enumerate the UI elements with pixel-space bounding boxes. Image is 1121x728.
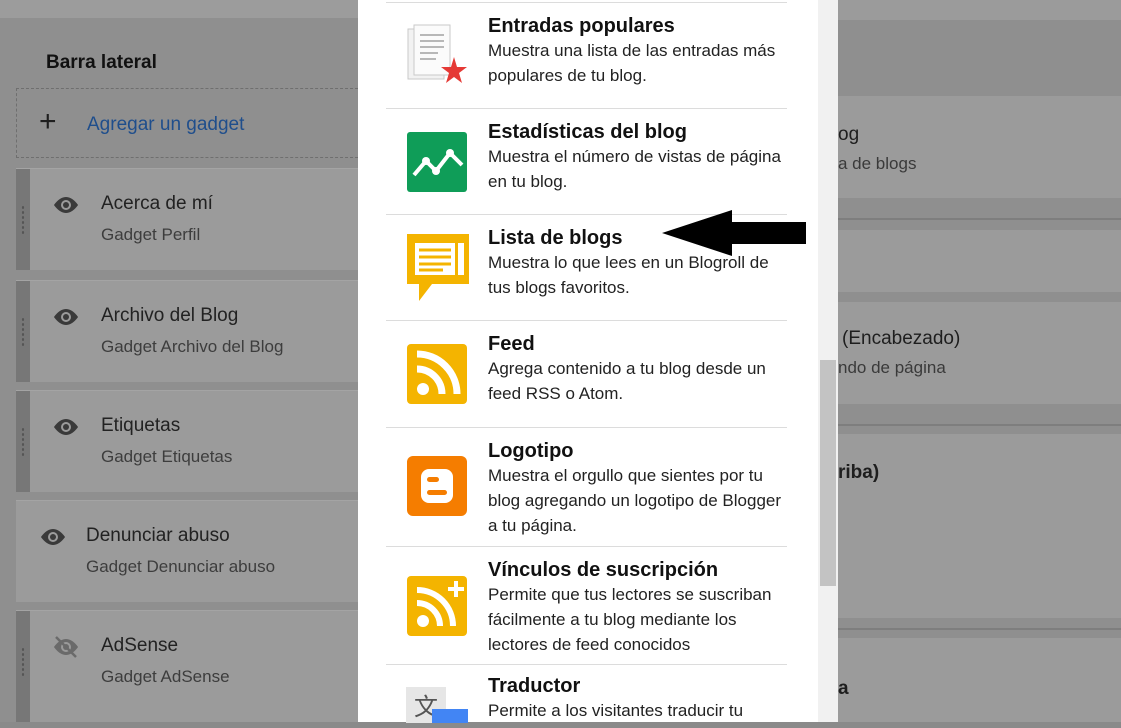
gadget-acerca-de-mi[interactable]: Acerca de mí Gadget Perfil bbox=[16, 168, 358, 270]
pointer-arrow-icon bbox=[660, 208, 808, 263]
right-card-title: (Encabezado) bbox=[842, 328, 961, 349]
gadget-name: AdSense bbox=[101, 635, 179, 656]
gadget-option-logotipo[interactable]: Logotipo Muestra el orgullo que sientes … bbox=[386, 427, 787, 547]
gadget-option-desc: Permite que tus lectores se suscriban fá… bbox=[488, 585, 772, 654]
gadget-option-title: Vínculos de suscripción bbox=[488, 559, 719, 581]
add-gadget-label: Agregar un gadget bbox=[87, 114, 245, 135]
gadget-option-desc: Agrega contenido a tu blog desde un feed… bbox=[488, 359, 766, 403]
gadget-name: Acerca de mí bbox=[101, 193, 213, 214]
gadget-name: Etiquetas bbox=[101, 415, 181, 436]
right-card-header[interactable]: (Encabezado) ndo de página bbox=[838, 302, 1121, 404]
drag-handle[interactable] bbox=[16, 611, 30, 722]
gadget-option-title: Estadísticas del blog bbox=[488, 121, 687, 143]
add-gadget-button[interactable]: + Agregar un gadget bbox=[16, 88, 358, 158]
eye-icon[interactable] bbox=[51, 193, 81, 222]
gadget-name: Archivo del Blog bbox=[101, 305, 239, 326]
sidebar-title: Barra lateral bbox=[46, 52, 157, 73]
gadget-option-desc: Muestra el orgullo que sientes por tu bl… bbox=[488, 466, 782, 535]
blogger-logo-icon bbox=[406, 455, 468, 522]
gadget-denunciar-abuso[interactable]: Denunciar abuso Gadget Denunciar abuso bbox=[16, 500, 358, 602]
right-card-blog-list[interactable]: og a de blogs bbox=[838, 96, 1121, 198]
gadget-option-desc: Permite a los visitantes traducir tu bbox=[488, 701, 744, 720]
drag-dots-icon bbox=[21, 647, 25, 677]
gadget-etiquetas[interactable]: Etiquetas Gadget Etiquetas bbox=[16, 390, 358, 492]
top-card bbox=[0, 0, 358, 18]
gadget-type: Gadget Etiquetas bbox=[101, 447, 233, 466]
gadget-option-vinculos-de-suscripcion[interactable]: Vínculos de suscripción Permite que tus … bbox=[386, 546, 787, 665]
right-card-sub: ndo de página bbox=[838, 358, 946, 377]
gadget-option-title: Lista de blogs bbox=[488, 227, 623, 249]
drag-handle[interactable] bbox=[16, 169, 30, 270]
divider bbox=[838, 218, 1121, 220]
right-card bbox=[838, 0, 1121, 20]
right-card: a bbox=[838, 638, 1121, 722]
stats-icon bbox=[406, 131, 468, 198]
gadget-option-estadisticas[interactable]: Estadísticas del blog Muestra el número … bbox=[386, 108, 787, 215]
divider bbox=[838, 424, 1121, 426]
gadget-option-feed[interactable]: Feed Agrega contenido a tu blog desde un… bbox=[386, 320, 787, 428]
right-card-sub: a de blogs bbox=[838, 154, 917, 173]
eye-icon[interactable] bbox=[51, 415, 81, 444]
gadget-archivo-del-blog[interactable]: Archivo del Blog Gadget Archivo del Blog bbox=[16, 280, 358, 382]
gadget-option-title: Entradas populares bbox=[488, 15, 675, 37]
drag-dots-icon bbox=[21, 205, 25, 235]
subscription-links-icon bbox=[406, 575, 468, 642]
drag-handle[interactable] bbox=[16, 281, 30, 382]
scrollbar-thumb[interactable] bbox=[820, 360, 836, 586]
drag-dots-icon bbox=[21, 427, 25, 457]
gadget-option-title: Feed bbox=[488, 333, 535, 355]
eye-off-icon[interactable] bbox=[51, 635, 81, 664]
right-card bbox=[838, 230, 1121, 292]
right-section-title: riba) bbox=[838, 462, 880, 483]
popular-posts-icon bbox=[406, 23, 468, 94]
gadget-type: Gadget Denunciar abuso bbox=[86, 557, 276, 576]
right-card-title: og bbox=[838, 124, 860, 145]
eye-icon[interactable] bbox=[51, 305, 81, 334]
feed-icon bbox=[406, 343, 468, 410]
drag-handle[interactable] bbox=[16, 391, 30, 492]
gadget-option-traductor[interactable]: 文 Traductor Permite a los visitantes tra… bbox=[386, 664, 787, 723]
eye-icon[interactable] bbox=[38, 525, 68, 554]
gadget-option-desc: Muestra una lista de las entradas más po… bbox=[488, 41, 776, 85]
gadget-option-entradas-populares[interactable]: Entradas populares Muestra una lista de … bbox=[386, 2, 787, 109]
right-card-title: a bbox=[838, 678, 849, 699]
blog-list-icon bbox=[406, 233, 470, 308]
gadget-name: Denunciar abuso bbox=[86, 525, 230, 546]
gadget-type: Gadget AdSense bbox=[101, 667, 230, 686]
drag-dots-icon bbox=[21, 317, 25, 347]
divider bbox=[838, 628, 1121, 630]
gadget-option-title: Logotipo bbox=[488, 440, 574, 462]
right-card bbox=[838, 504, 1121, 618]
gadget-type: Gadget Archivo del Blog bbox=[101, 337, 284, 356]
gadget-adsense[interactable]: AdSense Gadget AdSense bbox=[16, 610, 358, 722]
gadget-option-desc: Muestra el número de vistas de página en… bbox=[488, 147, 781, 191]
gadget-option-title: Traductor bbox=[488, 675, 581, 697]
gadget-type: Gadget Perfil bbox=[101, 225, 201, 244]
right-section: riba) bbox=[838, 434, 1121, 504]
plus-icon: + bbox=[39, 105, 57, 138]
